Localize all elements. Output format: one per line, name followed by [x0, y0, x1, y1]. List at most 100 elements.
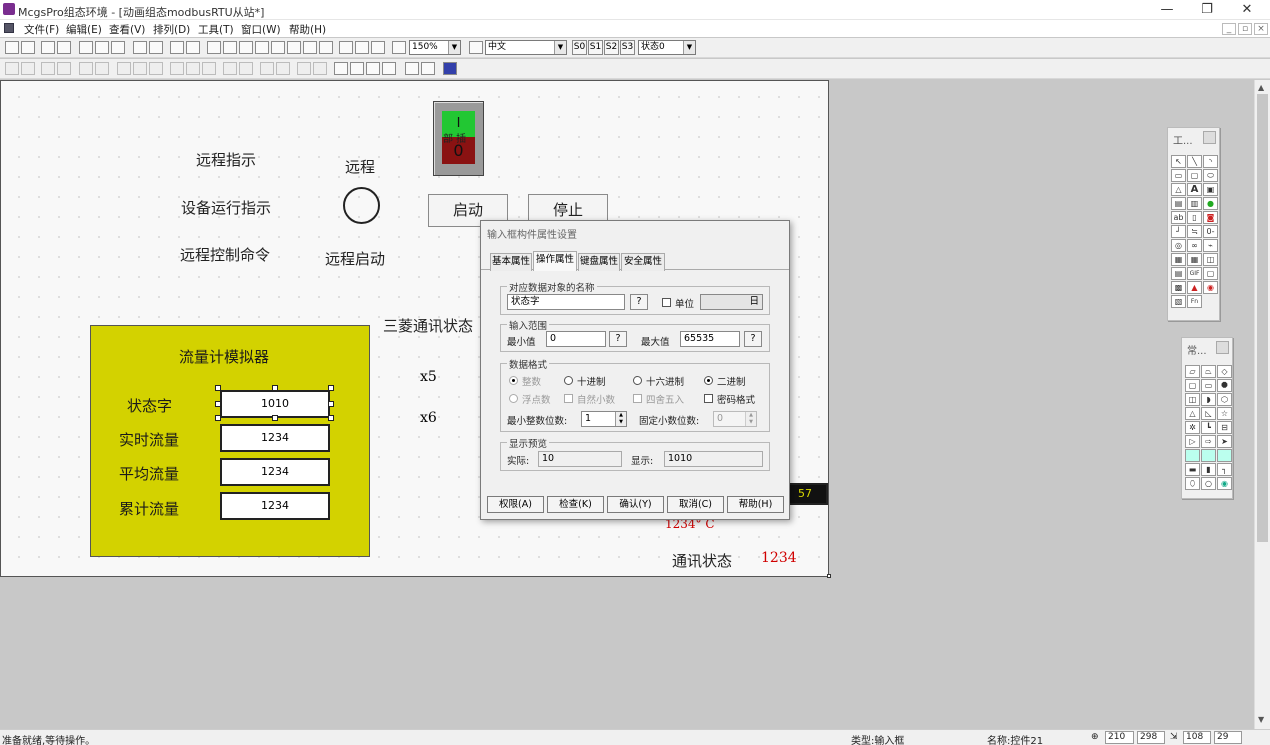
image-icon[interactable]: ▣	[1203, 183, 1218, 196]
align-bottom-icon[interactable]	[57, 62, 71, 75]
check-button[interactable]: 检查(K)	[547, 496, 604, 513]
min-browse-button[interactable]: ?	[609, 331, 627, 347]
zoom-select[interactable]: 150% ▼	[409, 40, 461, 55]
table-icon[interactable]: ▦	[1187, 253, 1202, 266]
language-select[interactable]: 中文 ▼	[485, 40, 567, 55]
tab-operation[interactable]: 操作属性	[533, 251, 577, 271]
menu-arrange[interactable]: 排列(D)	[153, 22, 190, 37]
align-left-icon[interactable]	[5, 62, 19, 75]
status-word-input[interactable]: 1010	[220, 390, 330, 418]
ring-icon[interactable]: ◉	[1217, 477, 1232, 490]
flip-h-icon[interactable]	[260, 62, 274, 75]
mdi-close-icon[interactable]: ×	[1254, 23, 1268, 35]
data-object-input[interactable]: 状态字	[507, 294, 625, 310]
selection-handle[interactable]	[328, 385, 334, 391]
spinner-arrows-icon[interactable]: ▲ ▼	[615, 412, 626, 426]
menu-view[interactable]: 查看(V)	[109, 22, 145, 37]
natural-decimal-checkbox[interactable]	[564, 394, 573, 403]
chart-icon[interactable]: ▦	[1171, 253, 1186, 266]
star-icon[interactable]: ☆	[1217, 407, 1232, 420]
tool-g-icon[interactable]	[271, 41, 285, 54]
scale-icon[interactable]: 0-	[1203, 225, 1218, 238]
line-icon[interactable]: ╲	[1187, 155, 1202, 168]
lock-icon[interactable]	[405, 62, 419, 75]
alarm-icon[interactable]: ▲	[1187, 281, 1202, 294]
half-round-icon[interactable]: ◗	[1201, 393, 1216, 406]
text-icon[interactable]: A	[1187, 183, 1202, 196]
qr-icon[interactable]: ▩	[1171, 281, 1186, 294]
fixed-digits-spinner[interactable]: 0 ▲ ▼	[713, 411, 757, 427]
arrow-icon[interactable]: ⇨	[1201, 435, 1216, 448]
tool-f-icon[interactable]	[255, 41, 269, 54]
print-preview-icon[interactable]	[57, 41, 71, 54]
selection-handle[interactable]	[215, 385, 221, 391]
scroll-down-icon[interactable]: ▼	[1258, 715, 1264, 724]
radio-binary[interactable]	[704, 376, 713, 385]
rectangle-icon[interactable]: ▭	[1171, 169, 1186, 182]
max-value-input[interactable]: 65535	[680, 331, 740, 347]
triangle-icon[interactable]: △	[1185, 407, 1200, 420]
data-object-browse-button[interactable]: ?	[630, 294, 648, 310]
max-browse-button[interactable]: ?	[744, 331, 762, 347]
tool-b-icon[interactable]	[186, 41, 200, 54]
pointer-icon[interactable]: ↖	[1171, 155, 1186, 168]
menu-tools[interactable]: 工具(T)	[198, 22, 234, 37]
cyan-box-icon[interactable]	[1217, 449, 1232, 462]
pentagon-icon[interactable]: ▷	[1185, 435, 1200, 448]
bar-v-icon[interactable]: ▮	[1201, 463, 1216, 476]
min-digits-spinner[interactable]: 1 ▲ ▼	[581, 411, 627, 427]
polygon-icon[interactable]: △	[1171, 183, 1186, 196]
toggle-switch[interactable]: I 0 部 插	[433, 101, 484, 176]
print-icon[interactable]	[41, 41, 55, 54]
frame-icon[interactable]: ▢	[1203, 267, 1218, 280]
save-icon[interactable]	[21, 41, 35, 54]
mdi-restore-icon[interactable]: ▫	[1238, 23, 1252, 35]
total-flow-input[interactable]: 1234	[220, 492, 330, 520]
menu-window[interactable]: 窗口(W)	[241, 22, 281, 37]
minimize-button[interactable]: —	[1152, 1, 1182, 19]
arc-icon[interactable]: ◝	[1203, 155, 1218, 168]
permission-button[interactable]: 权限(A)	[487, 496, 544, 513]
history-icon[interactable]: ◫	[1203, 253, 1218, 266]
align-top-icon[interactable]	[41, 62, 55, 75]
grid-tool-icon[interactable]: ▧	[1171, 295, 1186, 308]
hexagon-icon[interactable]: ⬡	[1217, 393, 1232, 406]
realtime-flow-input[interactable]: 1234	[220, 424, 330, 452]
radio-integer[interactable]	[509, 376, 518, 385]
tool-l-icon[interactable]	[371, 41, 385, 54]
input-tool-icon[interactable]: ▯	[1187, 211, 1202, 224]
octagon-icon[interactable]: ⯃	[1217, 379, 1232, 392]
corner-icon[interactable]: ┐	[1217, 463, 1232, 476]
grid-dots-icon[interactable]	[443, 62, 457, 75]
cyan-box-icon[interactable]	[1185, 449, 1200, 462]
center-h-icon[interactable]	[79, 62, 93, 75]
radio-decimal[interactable]	[564, 376, 573, 385]
help-icon[interactable]	[392, 41, 406, 54]
mdi-minimize-icon[interactable]: _	[1222, 23, 1236, 35]
slider-icon[interactable]: ≒	[1187, 225, 1202, 238]
spinner-arrows-icon[interactable]: ▲ ▼	[745, 412, 756, 426]
help-button[interactable]: 帮助(H)	[727, 496, 784, 513]
round-rect-icon[interactable]: ▢	[1187, 169, 1202, 182]
button-tool-icon[interactable]: ◙	[1203, 211, 1218, 224]
menu-edit[interactable]: 编辑(E)	[66, 22, 102, 37]
scroll-thumb[interactable]	[1257, 94, 1268, 542]
password-checkbox[interactable]	[704, 394, 713, 403]
globe-icon[interactable]: ●	[1203, 197, 1218, 210]
same-size-icon[interactable]	[186, 62, 200, 75]
confirm-button[interactable]: 确认(Y)	[607, 496, 664, 513]
space-v-icon[interactable]	[133, 62, 147, 75]
average-flow-input[interactable]: 1234	[220, 458, 330, 486]
tank-icon[interactable]: ⬯	[1185, 477, 1200, 490]
palette-close-icon[interactable]	[1203, 131, 1216, 144]
bracket-icon[interactable]: ┘	[1171, 225, 1186, 238]
tool-k-icon[interactable]	[355, 41, 369, 54]
dial-icon[interactable]: ◎	[1171, 239, 1186, 252]
callout-icon[interactable]: ▭	[1201, 379, 1216, 392]
align-right-icon[interactable]	[21, 62, 35, 75]
bar-h-icon[interactable]: ▬	[1185, 463, 1200, 476]
fx-icon[interactable]: Fn	[1187, 295, 1202, 308]
pointer-arrow-icon[interactable]: ➤	[1217, 435, 1232, 448]
menu-help[interactable]: 帮助(H)	[289, 22, 326, 37]
state-s0-button[interactable]: S0	[572, 40, 587, 55]
